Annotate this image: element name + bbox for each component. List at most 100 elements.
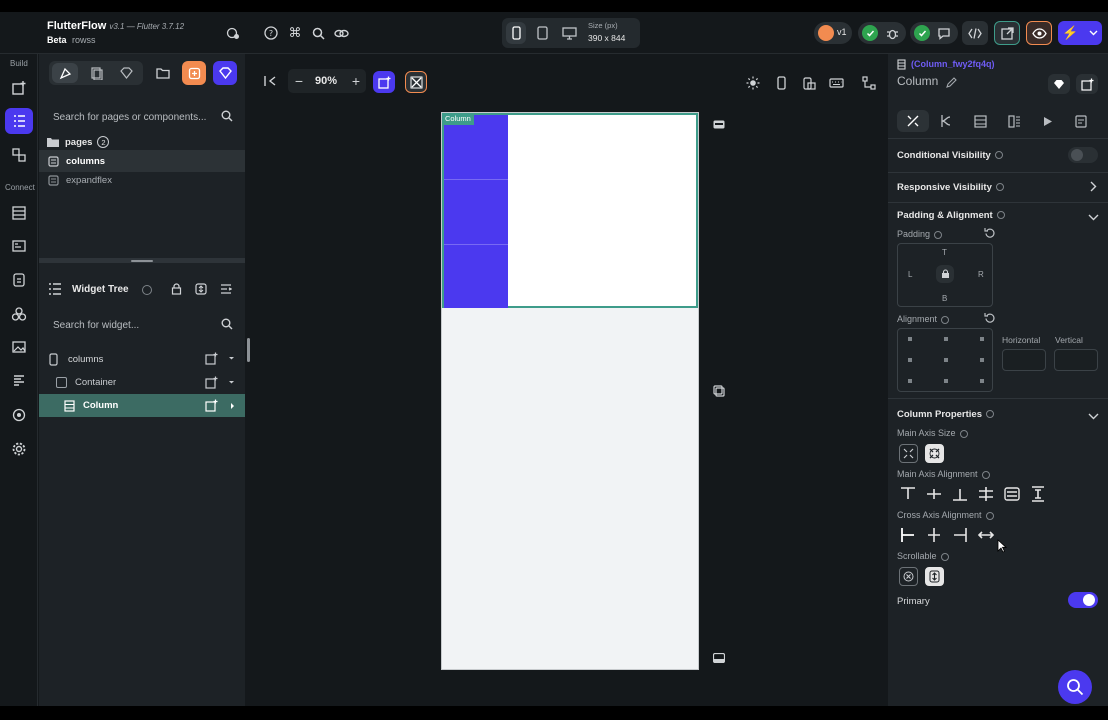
alignment-dots[interactable] bbox=[898, 329, 994, 393]
zoom-level[interactable]: 90% bbox=[315, 75, 337, 87]
info-icon[interactable] bbox=[996, 211, 1005, 220]
conditional-visibility-toggle[interactable] bbox=[1068, 147, 1098, 163]
edit-pencil-icon[interactable] bbox=[946, 77, 957, 91]
comments-icon[interactable] bbox=[936, 25, 952, 41]
rotate-device-icon[interactable] bbox=[799, 73, 819, 93]
widget-tree-info-icon[interactable] bbox=[138, 284, 152, 296]
tree-view-icon[interactable] bbox=[859, 73, 879, 93]
reset-alignment-icon[interactable] bbox=[984, 312, 996, 327]
main-axis-start-icon[interactable] bbox=[899, 485, 917, 506]
app-state-icon[interactable] bbox=[6, 268, 32, 292]
main-axis-space-around-icon[interactable] bbox=[1003, 485, 1021, 506]
vertical-resize-handle[interactable] bbox=[247, 338, 250, 362]
run-mode-button[interactable]: ⚡ bbox=[1058, 21, 1102, 45]
padding-lock-icon[interactable] bbox=[936, 265, 954, 283]
cross-axis-center-icon[interactable] bbox=[925, 526, 943, 547]
main-axis-size-min-icon[interactable] bbox=[899, 444, 918, 463]
info-icon[interactable] bbox=[981, 470, 990, 479]
main-axis-size-max-icon[interactable] bbox=[925, 444, 944, 463]
collapse-panel-icon[interactable] bbox=[260, 71, 280, 91]
properties-tab-icon[interactable] bbox=[897, 110, 929, 132]
firestore-icon[interactable] bbox=[6, 201, 32, 225]
info-icon[interactable] bbox=[985, 511, 994, 520]
info-icon[interactable] bbox=[941, 315, 950, 324]
scrollable-off-icon[interactable] bbox=[899, 567, 918, 586]
chevron-down-icon[interactable] bbox=[1088, 212, 1099, 224]
padding-right-input[interactable]: R bbox=[978, 270, 984, 279]
keyboard-icon[interactable] bbox=[825, 73, 847, 93]
notes-tab-icon[interactable] bbox=[1070, 110, 1092, 132]
generate-children-tab-icon[interactable] bbox=[1003, 110, 1025, 132]
caret-down-icon[interactable] bbox=[228, 377, 235, 389]
alignment-grid[interactable] bbox=[897, 328, 993, 392]
command-palette-icon[interactable]: ⌘ bbox=[286, 24, 304, 42]
info-icon[interactable] bbox=[934, 230, 943, 239]
integrations-icon[interactable] bbox=[6, 403, 32, 427]
backend-query-tab-icon[interactable] bbox=[969, 110, 991, 132]
main-axis-space-evenly-icon[interactable] bbox=[1029, 485, 1047, 506]
cross-axis-start-icon[interactable] bbox=[899, 526, 917, 547]
resize-handle[interactable] bbox=[131, 260, 153, 262]
custom-code-icon[interactable] bbox=[6, 302, 32, 326]
responsive-visibility-title[interactable]: Responsive Visibility bbox=[897, 182, 1004, 193]
help-icon[interactable]: ? bbox=[262, 24, 280, 42]
tree-options-icon[interactable] bbox=[217, 280, 235, 298]
main-axis-space-between-icon[interactable] bbox=[977, 485, 995, 506]
copy-icon[interactable] bbox=[710, 383, 728, 399]
settings-gear-icon[interactable] bbox=[6, 437, 32, 461]
padding-top-input[interactable]: T bbox=[942, 248, 947, 257]
padding-left-input[interactable]: L bbox=[908, 270, 912, 279]
phone-device-icon[interactable] bbox=[506, 22, 526, 44]
scrollable-on-icon[interactable] bbox=[925, 567, 944, 586]
actions-tab-icon[interactable] bbox=[935, 110, 957, 132]
checkmark-icon[interactable] bbox=[862, 25, 878, 41]
animations-play-tab-icon[interactable] bbox=[1037, 110, 1059, 132]
add-child-icon[interactable] bbox=[205, 376, 218, 392]
desktop-device-icon[interactable] bbox=[558, 22, 580, 44]
chevron-down-icon[interactable] bbox=[1088, 411, 1099, 423]
size-value[interactable]: 390 x 844 bbox=[588, 33, 625, 43]
add-child-icon[interactable] bbox=[205, 352, 218, 368]
version-selector[interactable]: v1 bbox=[814, 22, 852, 44]
cross-axis-end-icon[interactable] bbox=[951, 526, 969, 547]
open-external-icon[interactable] bbox=[994, 21, 1020, 45]
add-component-gem-button[interactable] bbox=[213, 61, 237, 85]
tablet-device-icon[interactable] bbox=[532, 22, 552, 44]
lock-icon[interactable] bbox=[167, 280, 185, 298]
search-icon[interactable] bbox=[309, 24, 327, 42]
media-assets-icon[interactable] bbox=[6, 335, 32, 359]
widget-tree-nav-icon[interactable] bbox=[5, 108, 33, 134]
light-mode-icon[interactable] bbox=[743, 73, 763, 93]
phone-canvas[interactable]: Column bbox=[441, 112, 699, 670]
main-axis-end-icon[interactable] bbox=[951, 485, 969, 506]
project-settings-icon[interactable] bbox=[224, 24, 242, 42]
add-to-canvas-icon[interactable] bbox=[373, 71, 395, 93]
chevron-right-icon[interactable] bbox=[1090, 181, 1097, 195]
widget-search-input[interactable]: Search for widget... bbox=[39, 314, 245, 336]
add-page-button[interactable] bbox=[182, 61, 206, 85]
info-icon[interactable] bbox=[986, 410, 994, 419]
theme-icon[interactable] bbox=[6, 369, 32, 393]
container-widget[interactable]: Column bbox=[442, 113, 698, 308]
floating-search-button[interactable] bbox=[1058, 670, 1092, 704]
info-icon[interactable] bbox=[940, 552, 949, 561]
column-widget[interactable] bbox=[444, 115, 508, 308]
device-frame-icon[interactable] bbox=[771, 73, 791, 93]
add-child-icon[interactable] bbox=[205, 399, 218, 415]
bottom-nav-icon[interactable] bbox=[710, 650, 728, 666]
add-widget-icon[interactable] bbox=[6, 76, 32, 100]
page-item-expandflex[interactable]: expandflex bbox=[39, 169, 245, 191]
expand-collapse-icon[interactable] bbox=[192, 280, 210, 298]
sync-check-icon[interactable] bbox=[914, 25, 930, 41]
caret-down-icon[interactable] bbox=[228, 353, 235, 365]
info-icon[interactable] bbox=[959, 429, 968, 438]
panel-separator[interactable] bbox=[245, 54, 252, 706]
horizontal-alignment-input[interactable] bbox=[1002, 349, 1046, 371]
padding-bottom-input[interactable]: B bbox=[942, 294, 947, 303]
project-name[interactable]: rowss bbox=[72, 35, 96, 45]
main-axis-center-icon[interactable] bbox=[925, 485, 943, 506]
bug-icon[interactable] bbox=[884, 25, 900, 41]
page-search-input[interactable]: Search for pages or components... bbox=[39, 106, 245, 128]
code-view-icon[interactable] bbox=[962, 21, 988, 45]
components-tab-icon[interactable] bbox=[83, 63, 109, 83]
